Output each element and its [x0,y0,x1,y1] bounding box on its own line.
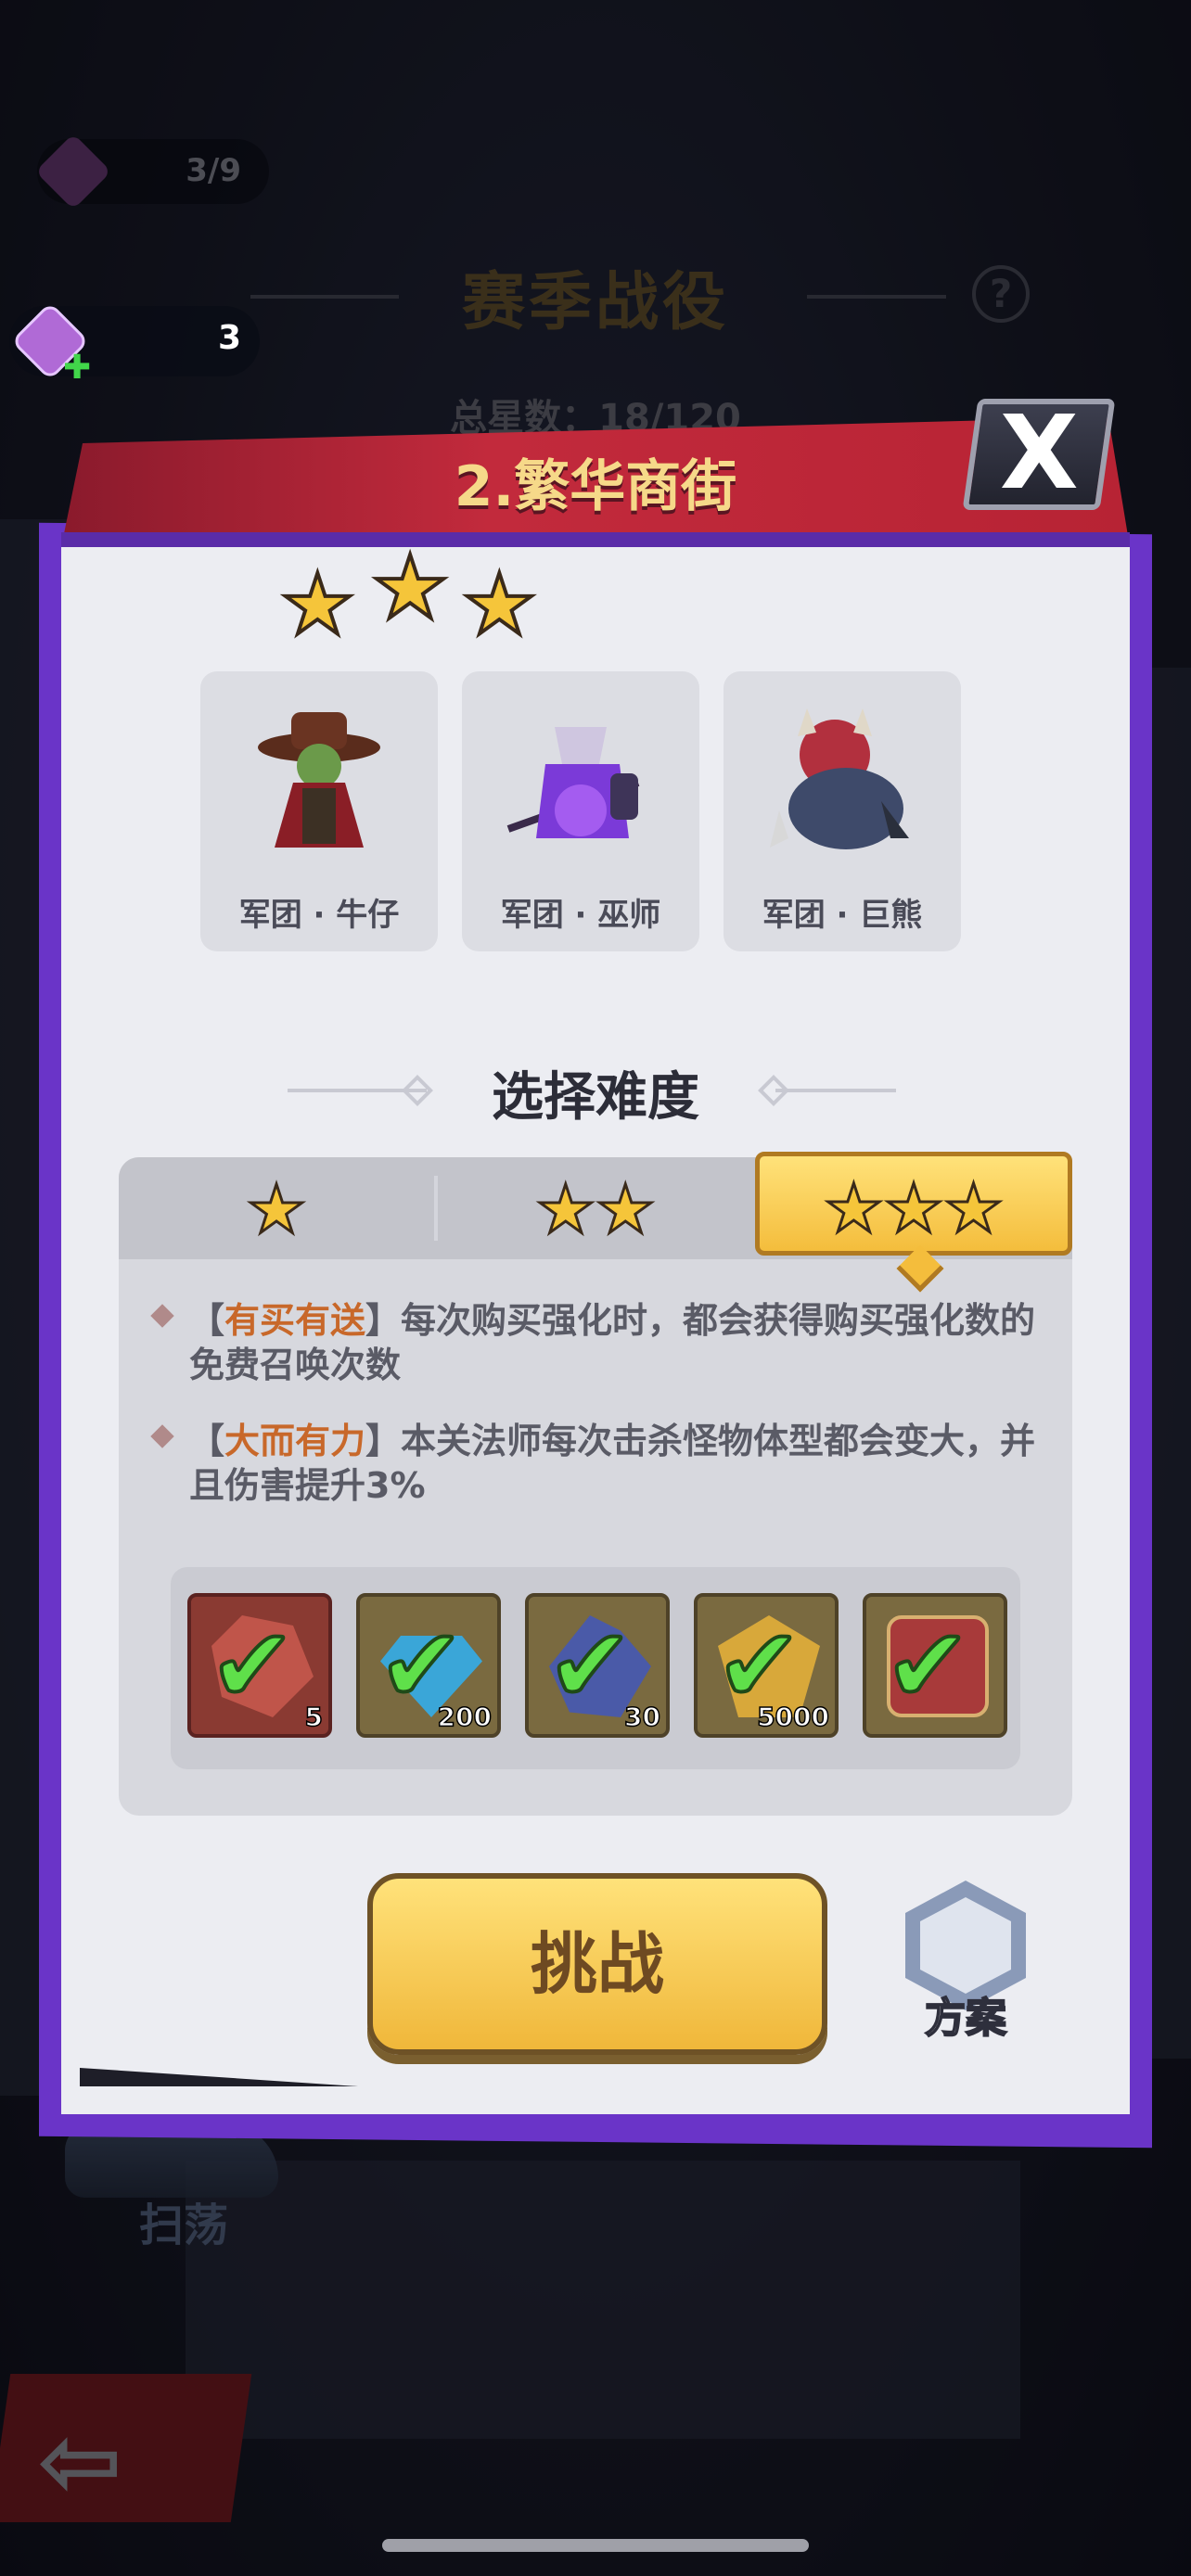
add-icon[interactable]: ✚ [63,349,91,387]
star-icon: ★★ [534,1168,657,1249]
unit-name: 军团 · 巨熊 [762,897,923,934]
unit-card[interactable]: 军团 · 巫师 [462,671,699,951]
reward-item[interactable]: ✔ 5 [187,1593,332,1738]
rule-keyword: 大而有力 [224,1421,366,1461]
close-icon: X [999,393,1079,512]
reward-count: 5 [304,1701,324,1733]
home-indicator[interactable] [382,2539,809,2552]
plan-button[interactable]: 方案 [896,1881,1035,2043]
summon-count: 3 [217,319,241,357]
unit-card[interactable]: 军团 · 牛仔 [200,671,438,951]
cowboy-goblin-icon [237,699,401,862]
unit-name: 军团 · 巫师 [500,897,661,934]
purple-wizard-icon [499,699,662,862]
summon-counter[interactable]: ✚ 3 [9,301,260,387]
reward-item[interactable]: ✔ 200 [356,1593,501,1738]
earned-star-3-icon: ★ [460,555,539,656]
check-icon: ✔ [545,1604,634,1727]
challenge-button[interactable]: 挑战 [367,1873,827,2055]
red-bear-icon [761,699,924,862]
unit-card[interactable]: 军团 · 巨熊 [724,671,961,951]
difficulty-tab-2[interactable]: ★★ [438,1157,753,1259]
rule-item: 【有买有送】每次购买强化时，都会获得购买强化数的免费召唤次数 [150,1298,1044,1387]
close-button[interactable]: X [962,393,1116,512]
reward-count: 200 [437,1701,493,1733]
stage-modal: 2.繁华商街 X ★ ★ ★ 军团 · 牛仔 军团 · 巫师 军团 · 巨熊 选… [39,393,1152,2149]
difficulty-tab-1[interactable]: ★ [119,1157,434,1259]
reward-item[interactable]: ✔ 5000 [694,1593,839,1738]
rule-item: 【大而有力】本关法师每次击杀怪物体型都会变大，并且伤害提升3% [150,1419,1044,1508]
reward-item[interactable]: ✔ [863,1593,1007,1738]
plan-label: 方案 [924,1994,1007,2043]
reward-count: 30 [623,1701,660,1733]
rule-keyword: 有买有送 [224,1300,366,1341]
reward-count: 5000 [756,1701,829,1733]
star-icon: ★ [245,1168,308,1249]
earned-star-2-icon: ★ [369,536,451,641]
bullet-icon [150,1424,174,1448]
modal-header-stripe [61,532,1130,547]
check-icon: ✔ [883,1604,972,1727]
reward-item[interactable]: ✔ 30 [525,1593,670,1738]
difficulty-title: 选择难度 [492,1067,699,1128]
unit-name: 军团 · 牛仔 [238,897,400,934]
earned-star-1-icon: ★ [278,555,357,656]
difficulty-tabs: ★ ★★ ★★★ [119,1152,1072,1259]
check-icon: ✔ [208,1604,297,1727]
bullet-icon [150,1304,174,1328]
star-icon: ★★★ [823,1167,1005,1248]
challenge-label: 挑战 [530,1925,664,2003]
difficulty-tab-3[interactable]: ★★★ [755,1152,1072,1256]
